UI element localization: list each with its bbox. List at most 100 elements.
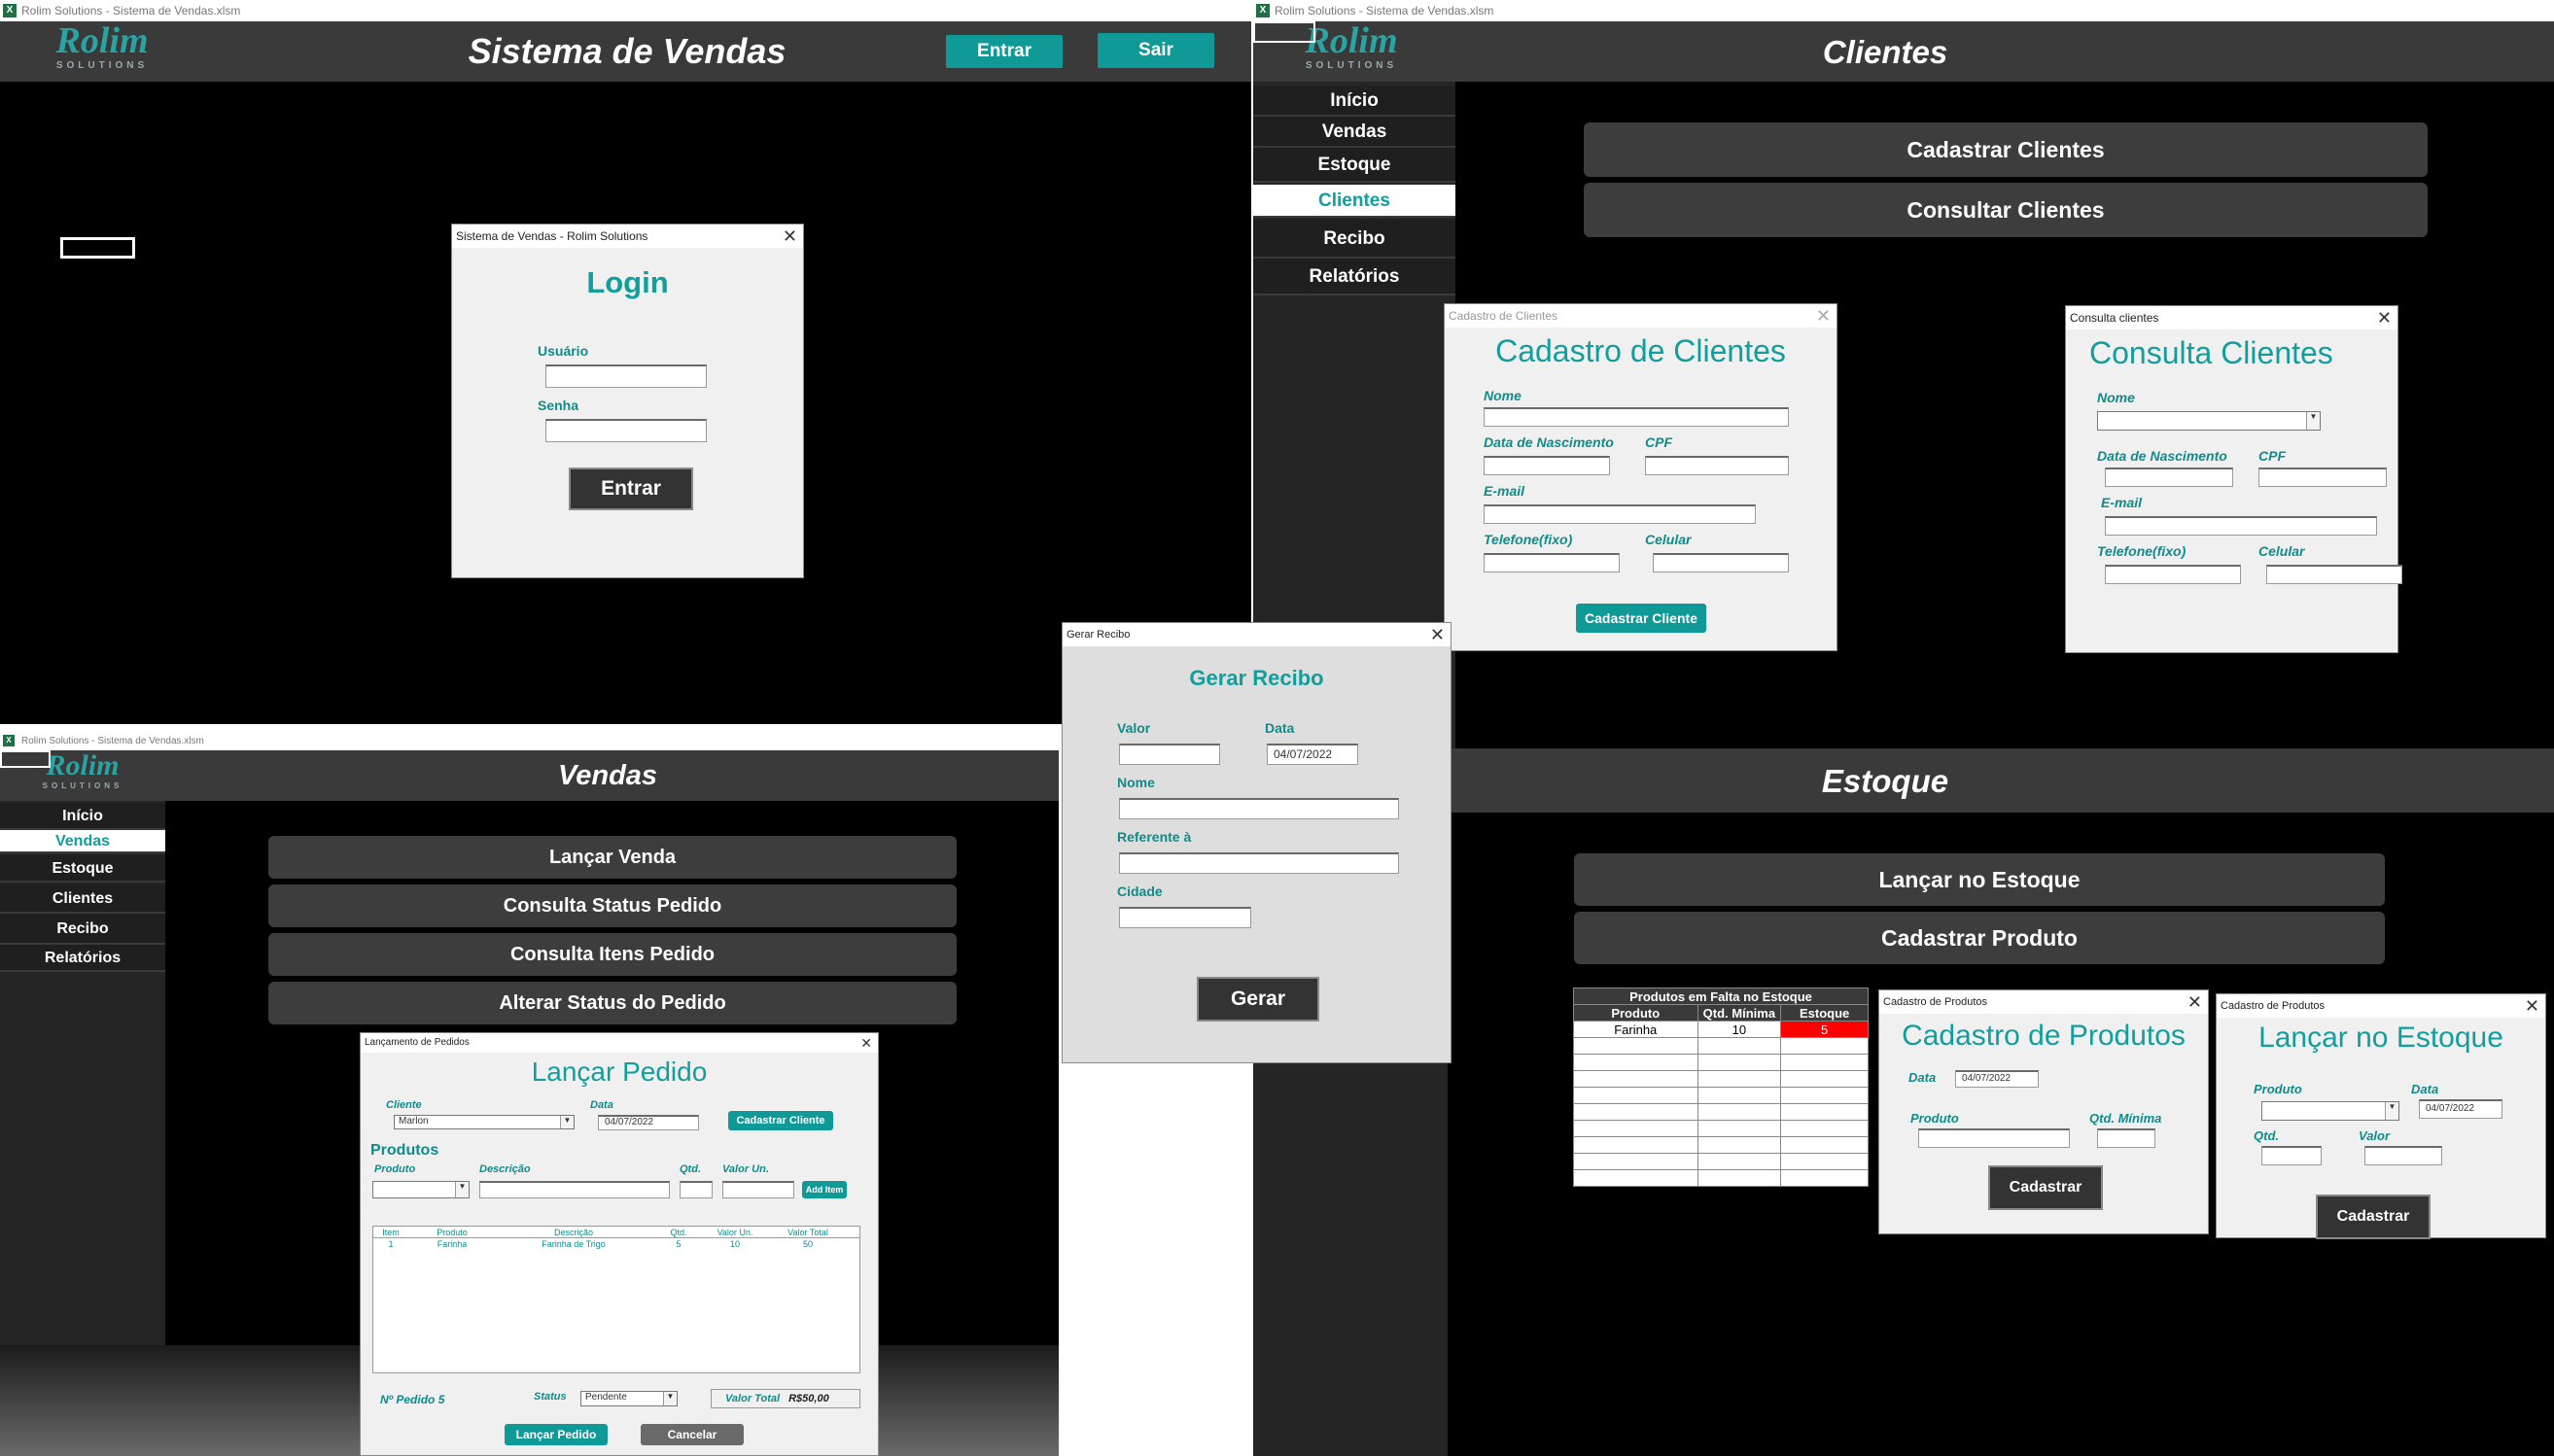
add-item-button[interactable]: Add Item	[802, 1181, 847, 1198]
table-row[interactable]: 1 Farinha Farinha de Trigo 5 10 50	[373, 1238, 859, 1250]
login-dialog-title: Sistema de Vendas - Rolim Solutions	[452, 225, 803, 248]
value-input[interactable]	[2364, 1146, 2442, 1165]
description-input[interactable]	[479, 1181, 670, 1198]
register-client-dialog: Cadastro de Clientes ✕ Cadastro de Clien…	[1444, 303, 1837, 651]
unit-value-input[interactable]	[722, 1181, 794, 1198]
sidebar-item-recibo[interactable]: Recibo	[1253, 220, 1455, 259]
qty-label: Qtd.	[680, 1163, 701, 1175]
close-icon[interactable]: ✕	[2377, 306, 2392, 329]
table-row[interactable]: Farinha 10 5	[1573, 1021, 1869, 1038]
sidebar-item-relatorios[interactable]: Relatórios	[0, 945, 165, 972]
description-label: Descrição	[479, 1163, 531, 1175]
close-icon[interactable]: ✕	[1430, 623, 1445, 646]
register-product-button[interactable]: Cadastrar Produto	[1574, 912, 2385, 964]
sidebar: Início Vendas Estoque Clientes Recibo Re…	[0, 801, 165, 1345]
sidebar-item-estoque[interactable]: Estoque	[0, 855, 165, 883]
generate-receipt-button[interactable]: Gerar	[1197, 977, 1319, 1022]
header-exit-button[interactable]: Sair	[1098, 33, 1214, 68]
new-sale-button[interactable]: Lançar Venda	[268, 836, 957, 879]
reference-input[interactable]	[1119, 852, 1399, 874]
selected-cell[interactable]	[1253, 21, 1315, 43]
birthdate-input[interactable]	[1484, 456, 1610, 475]
sidebar-item-inicio[interactable]: Início	[0, 803, 165, 830]
sidebar-item-relatorios[interactable]: Relatórios	[1253, 259, 1455, 295]
selected-cell[interactable]	[0, 750, 51, 768]
chevron-down-icon[interactable]: ▼	[560, 1116, 574, 1128]
sidebar-item-vendas[interactable]: Vendas	[1253, 117, 1455, 148]
close-icon[interactable]: ✕	[2187, 990, 2202, 1014]
cancel-button[interactable]: Cancelar	[641, 1424, 744, 1445]
stock-entry-button[interactable]: Lançar no Estoque	[1574, 853, 2385, 906]
chevron-down-icon[interactable]: ▼	[663, 1392, 677, 1405]
name-label: Nome	[2097, 390, 2135, 405]
table-row	[1573, 1070, 1869, 1088]
submit-order-button[interactable]: Lançar Pedido	[505, 1424, 608, 1445]
birthdate-field[interactable]	[2105, 468, 2233, 487]
qty-input[interactable]	[680, 1181, 713, 1198]
phone-field[interactable]	[2105, 565, 2241, 584]
email-field[interactable]	[2105, 516, 2377, 536]
cell-qty: 5	[676, 1239, 682, 1249]
city-input[interactable]	[1119, 907, 1251, 928]
chevron-down-icon[interactable]: ▼	[455, 1182, 469, 1197]
date-input[interactable]: 04/07/2022	[1955, 1070, 2039, 1088]
selected-cell[interactable]	[60, 237, 135, 259]
login-dialog: Sistema de Vendas - Rolim Solutions ✕ Lo…	[451, 224, 804, 578]
product-select[interactable]: ▼	[2261, 1101, 2399, 1121]
username-input[interactable]	[545, 364, 707, 388]
product-input[interactable]	[1918, 1128, 2070, 1148]
mobile-field[interactable]	[2266, 565, 2402, 584]
cpf-input[interactable]	[1645, 456, 1789, 475]
table-row	[1573, 1120, 1869, 1137]
client-name-select[interactable]: ▼	[2097, 411, 2321, 431]
total-box: Valor Total R$50,00	[711, 1389, 860, 1408]
close-icon[interactable]: ✕	[1816, 304, 1831, 328]
order-items-button[interactable]: Consulta Itens Pedido	[268, 933, 957, 976]
sidebar-item-estoque[interactable]: Estoque	[1253, 148, 1455, 183]
sidebar-item-vendas[interactable]: Vendas	[0, 830, 165, 853]
login-submit-button[interactable]: Entrar	[569, 468, 693, 510]
product-select[interactable]: ▼	[372, 1181, 470, 1198]
products-heading: Produtos	[370, 1142, 439, 1159]
mobile-input[interactable]	[1653, 553, 1789, 572]
register-product-dialog: Cadastro de Produtos ✕ Cadastro de Produ…	[1878, 989, 2209, 1234]
chevron-down-icon[interactable]: ▼	[2385, 1102, 2398, 1120]
product-label: Produto	[374, 1163, 416, 1175]
window-title-bar: X Rolim Solutions - Sistema de Vendas.xl…	[1253, 0, 2554, 21]
close-icon[interactable]: ✕	[2525, 994, 2539, 1018]
sidebar-item-inicio[interactable]: Início	[1253, 86, 1455, 117]
name-input[interactable]	[1484, 407, 1789, 427]
close-icon[interactable]: ✕	[860, 1033, 872, 1053]
register-product-submit-button[interactable]: Cadastrar	[1988, 1165, 2103, 1210]
change-status-button[interactable]: Alterar Status do Pedido	[268, 982, 957, 1024]
cpf-field[interactable]	[2258, 468, 2387, 487]
register-client-button[interactable]: Cadastrar Cliente	[728, 1111, 833, 1130]
sidebar-item-clientes[interactable]: Clientes	[0, 884, 165, 914]
value-input[interactable]	[1119, 744, 1220, 765]
qty-input[interactable]	[2261, 1146, 2322, 1165]
header-enter-button[interactable]: Entrar	[946, 35, 1063, 68]
order-status-button[interactable]: Consulta Status Pedido	[268, 884, 957, 927]
password-input[interactable]	[545, 419, 707, 442]
sidebar-item-recibo[interactable]: Recibo	[0, 914, 165, 945]
date-input[interactable]: 04/07/2022	[598, 1115, 699, 1130]
city-label: Cidade	[1117, 884, 1163, 899]
status-label: Status	[534, 1391, 567, 1403]
min-qty-input[interactable]	[2097, 1128, 2155, 1148]
register-clients-button[interactable]: Cadastrar Clientes	[1584, 122, 2428, 177]
stock-entry-submit-button[interactable]: Cadastrar	[2316, 1195, 2431, 1239]
date-input[interactable]: 04/07/2022	[1267, 744, 1358, 765]
register-client-submit-button[interactable]: Cadastrar Cliente	[1576, 604, 1706, 633]
status-select[interactable]: Pendente ▼	[580, 1391, 678, 1406]
col-stock: Estoque	[1780, 1004, 1869, 1022]
email-input[interactable]	[1484, 504, 1756, 524]
sidebar-item-clientes[interactable]: Clientes	[1253, 185, 1455, 218]
phone-input[interactable]	[1484, 553, 1620, 572]
close-icon[interactable]: ✕	[783, 225, 797, 248]
client-select[interactable]: Marlon ▼	[394, 1115, 575, 1129]
name-input[interactable]	[1119, 798, 1399, 819]
col-description: Descrição	[553, 1228, 593, 1237]
search-clients-button[interactable]: Consultar Clientes	[1584, 183, 2428, 237]
date-input[interactable]: 04/07/2022	[2419, 1099, 2502, 1119]
chevron-down-icon[interactable]: ▼	[2306, 412, 2320, 430]
